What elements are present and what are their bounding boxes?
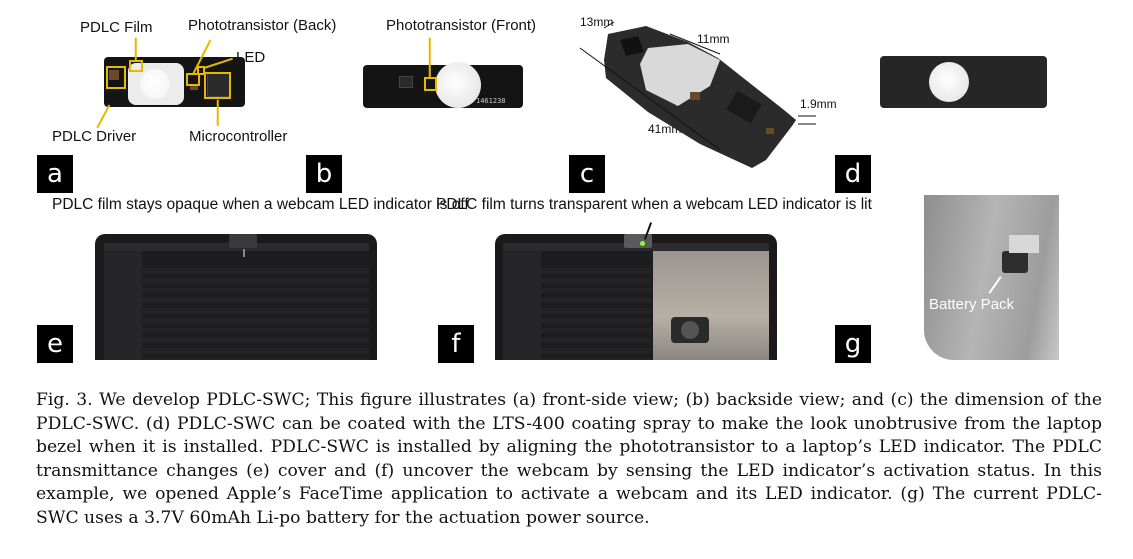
subtitle-e: PDLC film stays opaque when a webcam LED… [52,196,469,213]
finder-sidebar [503,251,541,360]
label-pdlc-film: PDLC Film [80,19,153,36]
panel-letter-g: g [835,325,871,363]
finder-sidebar [104,251,142,360]
mounting-tape [1009,235,1039,253]
label-microcontroller: Microcontroller [189,128,288,145]
highlight-microcontroller [204,72,231,99]
leader-line [96,104,110,129]
label-pdlc-driver: PDLC Driver [52,128,137,145]
highlight-pdlc-driver [106,66,126,89]
subtitle-f: PDLC film turns transparent when a webca… [436,196,872,213]
led-indicator-lit [640,241,645,246]
pdlc-window [929,62,969,102]
laptop-lid [924,195,1059,360]
laptop-back-photo [906,195,1059,360]
board-code: 1461238 [476,97,506,105]
pdlc-device-transparent [624,234,652,248]
laptop-screen-off [104,243,369,360]
label-phototransistor-front: Phototransistor (Front) [386,17,537,34]
label-battery-pack: Battery Pack [929,296,1015,313]
label-phototransistor-back: Phototransistor (Back) [188,17,337,34]
highlight-phototransistor-front [424,77,437,91]
component [399,76,413,88]
pdlc-film-window [140,69,170,99]
panel-letter-d: d [835,155,871,193]
figure-caption: Fig. 3. We develop PDLC-SWC; This figure… [36,390,1102,528]
pcb-angled-photo [579,21,816,168]
pdlc-window [435,62,481,108]
panel-letter-a: a [37,155,73,193]
laptop-screen-on [503,243,769,360]
finder-rows [142,263,369,360]
panel-letter-b: b [306,155,342,193]
panel-letter-f: f [438,325,474,363]
leader-line [135,37,137,61]
leader-line [429,37,431,78]
panel-letter-c: c [569,155,605,193]
pointer-line [243,249,245,257]
facetime-preview [653,251,769,360]
panel-letter-e: e [37,325,73,363]
pdlc-device-opaque [229,234,257,248]
leader-line [217,99,219,126]
battery-pack-object [1002,251,1028,273]
camera-lens [681,321,699,339]
highlight-pdlc-film [129,60,143,72]
finder-rows [541,263,651,360]
